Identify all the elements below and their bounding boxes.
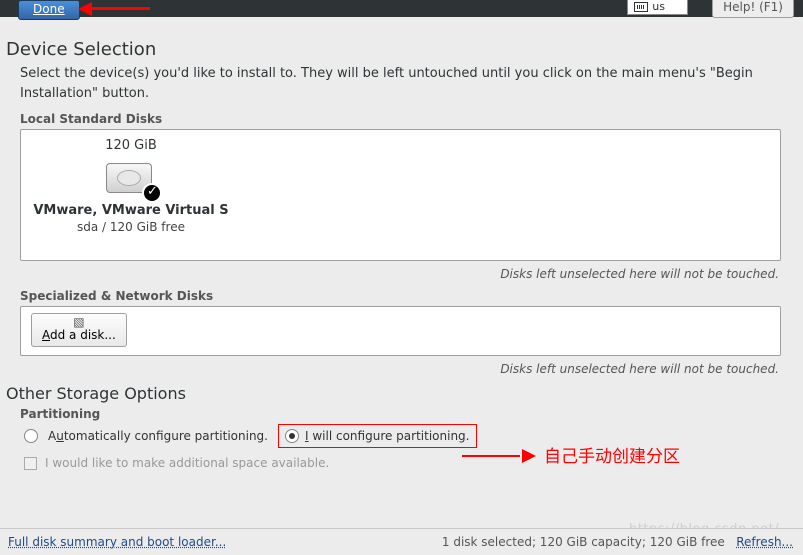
local-disks-label: Local Standard Disks [20, 112, 793, 126]
add-disk-label: dd a disk... [50, 328, 116, 342]
refresh-link[interactable]: Refresh... [736, 535, 793, 549]
done-button[interactable]: Done [18, 0, 80, 20]
disk-plus-icon: ▧ [42, 316, 116, 328]
keyboard-icon [634, 2, 648, 12]
top-bar: Done us Help! (F1) [0, 0, 803, 17]
add-disk-button[interactable]: ▧ Add a disk... [31, 313, 127, 347]
local-disks-note: Disks left unselected here will not be t… [6, 267, 779, 281]
footer-bar: Full disk summary and boot loader... 1 d… [0, 528, 803, 555]
disk-icon-wrap [106, 163, 156, 197]
network-disks-note: Disks left unselected here will not be t… [6, 362, 779, 376]
disk-name: VMware, VMware Virtual S [31, 203, 231, 218]
partitioning-label: Partitioning [20, 407, 793, 421]
section-title: Device Selection [6, 39, 793, 60]
disk-item-sda[interactable]: 120 GiB VMware, VMware Virtual S sda / 1… [31, 136, 231, 234]
other-options-title: Other Storage Options [6, 384, 793, 403]
radio-auto-label: Automatically configure partitioning. [48, 429, 268, 443]
footer-status: 1 disk selected; 120 GiB capacity; 120 G… [442, 535, 793, 549]
keyboard-layout-selector[interactable]: us [627, 0, 688, 15]
network-disks-label: Specialized & Network Disks [20, 289, 793, 303]
radio-manual-label: I will configure partitioning. [305, 429, 470, 443]
help-button[interactable]: Help! (F1) [712, 0, 794, 18]
radio-auto-partition[interactable] [24, 429, 38, 443]
check-badge-icon [142, 183, 162, 203]
checkbox-additional-label: I would like to make additional space av… [45, 456, 329, 470]
radio-manual-partition[interactable] [285, 429, 299, 443]
annotation-highlight-box: I will configure partitioning. [278, 424, 477, 448]
main-content: Device Selection Select the device(s) yo… [0, 17, 803, 470]
checkbox-additional-space[interactable] [24, 457, 37, 470]
disk-summary-link[interactable]: Full disk summary and boot loader... [8, 535, 226, 549]
keyboard-layout-label: us [652, 0, 665, 13]
footer-status-text: 1 disk selected; 120 GiB capacity; 120 G… [442, 535, 725, 549]
local-disks-panel: 120 GiB VMware, VMware Virtual S sda / 1… [20, 129, 781, 261]
intro-text: Select the device(s) you'd like to insta… [6, 64, 793, 110]
network-disks-panel: ▧ Add a disk... [20, 306, 781, 356]
annotation-text-cn: 自己手动创建分区 [544, 442, 680, 467]
disk-size: 120 GiB [31, 136, 231, 153]
disk-subinfo: sda / 120 GiB free [31, 220, 231, 234]
